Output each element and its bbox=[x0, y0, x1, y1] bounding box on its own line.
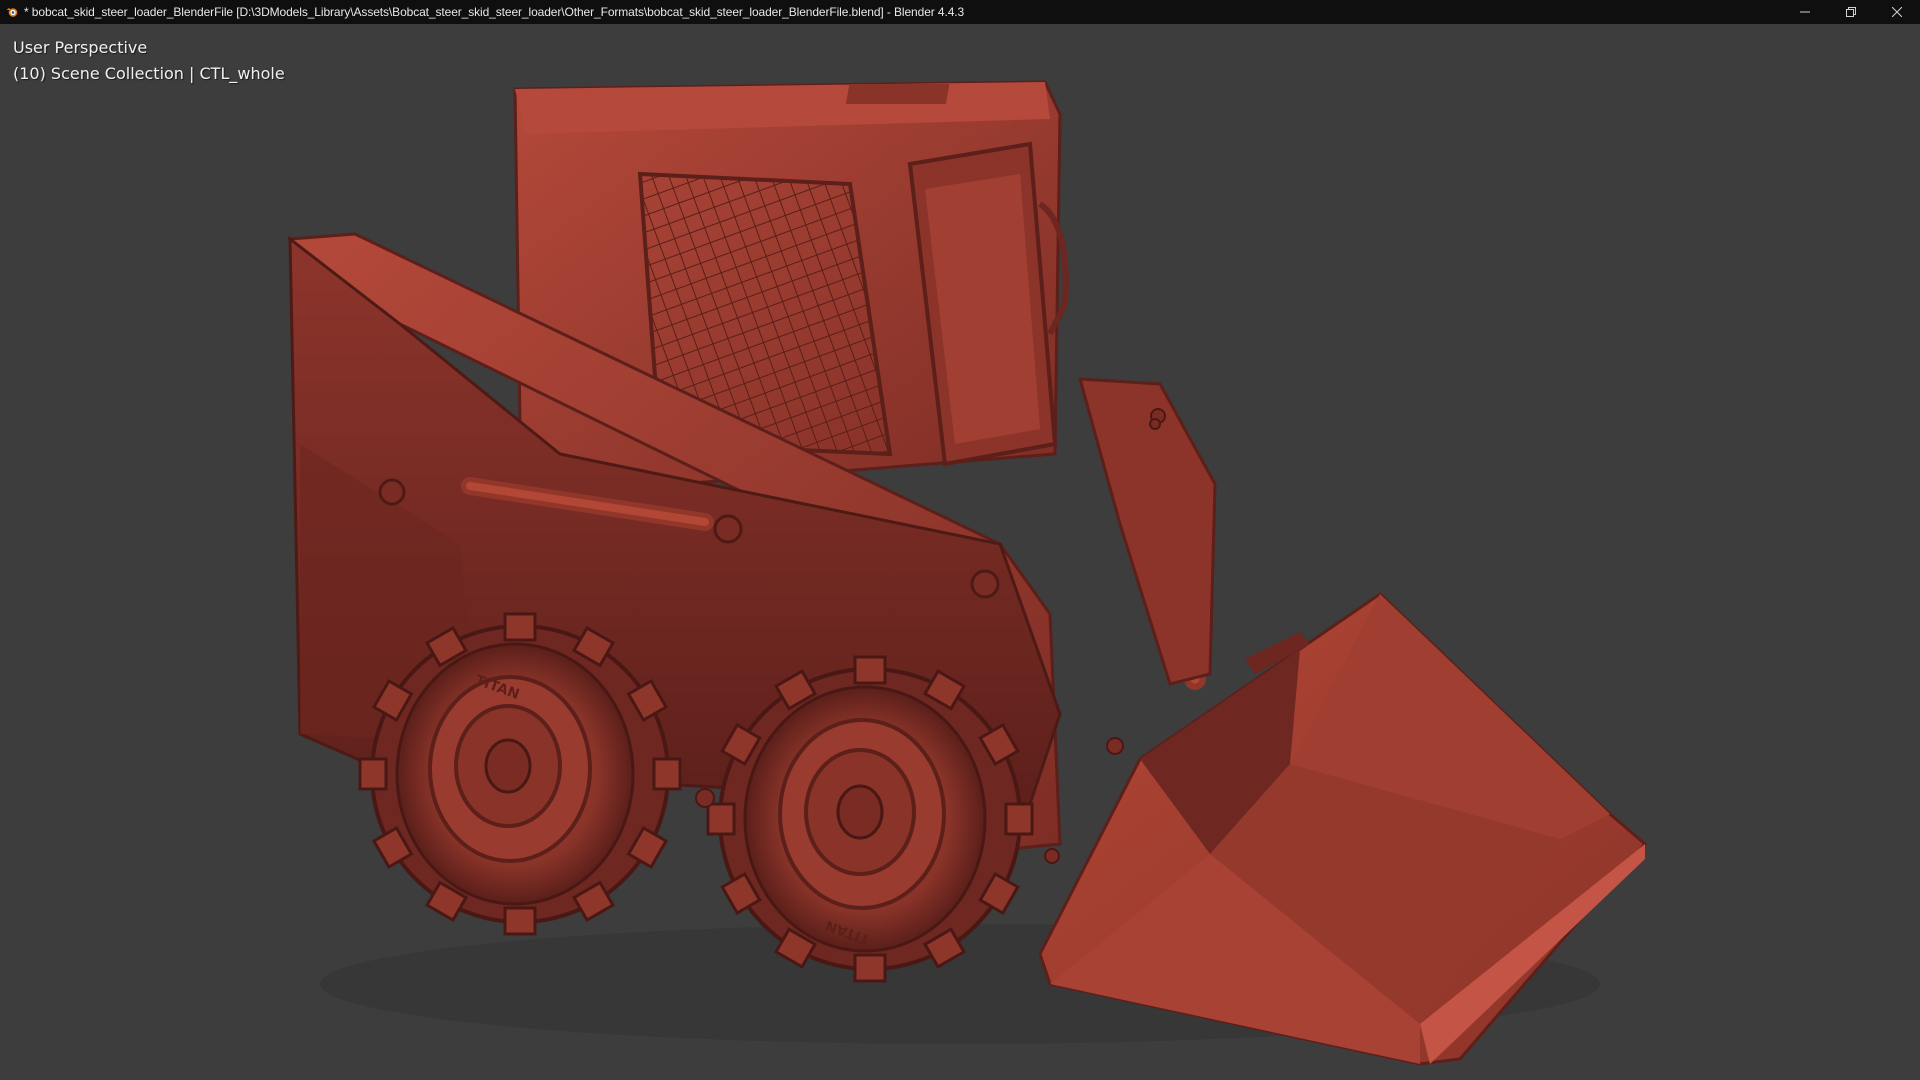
cab bbox=[513, 80, 1069, 496]
blender-logo-icon bbox=[6, 8, 18, 17]
close-button[interactable] bbox=[1874, 0, 1920, 24]
restore-icon bbox=[1846, 7, 1856, 17]
skid-steer-loader-model[interactable]: TITAN TITAN bbox=[0, 24, 1920, 1080]
window-titlebar[interactable]: * bobcat_skid_steer_loader_BlenderFile [… bbox=[0, 0, 1920, 24]
3d-viewport[interactable]: TITAN TITAN User Perspective (10) Scene … bbox=[0, 24, 1920, 1080]
view-name-label: User Perspective bbox=[13, 38, 148, 57]
collection-info-label: (10) Scene Collection | CTL_whole bbox=[13, 64, 285, 83]
close-icon bbox=[1892, 7, 1902, 17]
restore-button[interactable] bbox=[1828, 0, 1874, 24]
minimize-icon bbox=[1800, 11, 1810, 13]
window-controls bbox=[1782, 0, 1920, 24]
right-arm bbox=[1077, 377, 1217, 686]
minimize-button[interactable] bbox=[1782, 0, 1828, 24]
window-title: * bobcat_skid_steer_loader_BlenderFile [… bbox=[24, 5, 965, 19]
